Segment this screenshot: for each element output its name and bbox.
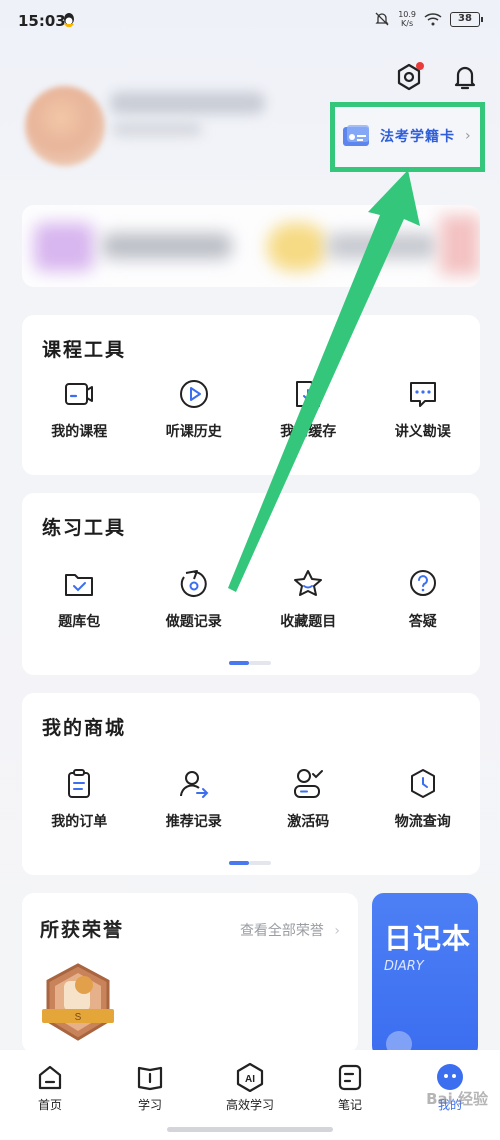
nav-label: 高效学习: [225, 1098, 274, 1112]
honors-card: 所获荣誉 查看全部荣誉 › S: [22, 893, 358, 1053]
folder-check-icon: [65, 574, 94, 596]
settings-button[interactable]: [394, 62, 424, 92]
nav-home[interactable]: 首页: [0, 1050, 100, 1140]
page-indicator: [229, 661, 271, 665]
chevron-right-icon: ›: [465, 128, 471, 144]
qq-icon: [64, 13, 74, 27]
watermark: Bai 经验: [426, 1090, 488, 1108]
practice-record-icon: [180, 570, 207, 597]
wifi-icon: [424, 13, 442, 26]
diary-title: 日记本: [384, 922, 472, 955]
activation-code-icon: [294, 769, 324, 798]
section-title: 课程工具: [42, 339, 127, 361]
tool-label: 激活码: [287, 814, 330, 830]
header-actions: [394, 62, 480, 92]
download-cache-icon: [296, 381, 321, 407]
id-card-icon: [343, 125, 369, 146]
home-icon: [38, 1065, 62, 1090]
tool-my-courses[interactable]: 我的课程: [22, 377, 137, 441]
tool-errata[interactable]: 讲义勘误: [366, 377, 481, 441]
view-all-label: 查看全部荣誉: [239, 923, 324, 939]
book-icon: [137, 1066, 163, 1091]
logistics-icon: [410, 769, 435, 798]
chat-errata-icon: [409, 382, 436, 407]
tool-label: 我的缓存: [280, 424, 337, 440]
chevron-right-icon: ›: [334, 923, 340, 939]
notification-dot: [416, 62, 424, 70]
tool-label: 物流查询: [394, 814, 451, 830]
tool-label: 收藏题目: [280, 614, 337, 630]
nav-label: 学习: [137, 1098, 162, 1112]
practice-tools-section: 练习工具 题库包 做题记录 收藏题目 答疑: [22, 493, 480, 675]
section-title: 练习工具: [42, 517, 127, 539]
tool-label: 听课历史: [165, 424, 222, 440]
tool-play-history[interactable]: 听课历史: [137, 377, 252, 441]
promo-blur-b: [102, 233, 232, 259]
badge-text: S: [75, 1012, 82, 1023]
tool-my-orders[interactable]: 我的订单: [22, 767, 137, 831]
blurred-username: [110, 92, 265, 114]
status-time: 15:03: [18, 12, 66, 30]
bell-icon: [454, 66, 476, 90]
promo-blur-c: [267, 223, 327, 271]
study-card-button[interactable]: 法考学籍卡 ›: [342, 124, 471, 148]
promo-blur-d: [327, 233, 437, 259]
referral-user-icon: [179, 771, 209, 798]
section-title: 我的商城: [42, 717, 127, 739]
play-history-icon: [179, 380, 208, 408]
status-bar: 15:03 10.9 K/s 38: [0, 0, 500, 44]
course-video-icon: [65, 383, 94, 405]
star-icon: [294, 570, 323, 596]
ai-icon: AI: [236, 1062, 264, 1092]
honors-title: 所获荣誉: [40, 919, 125, 941]
status-indicators: 10.9 K/s 38: [374, 10, 483, 28]
promo-banner[interactable]: [22, 205, 480, 287]
mute-bell-icon: [375, 12, 389, 26]
view-all-honors-link[interactable]: 查看全部荣誉 ›: [240, 920, 340, 940]
tool-label: 我的订单: [51, 814, 108, 830]
tool-label: 题库包: [58, 614, 101, 630]
mall-section: 我的商城 我的订单 推荐记录 激活码 物流查询: [22, 693, 480, 875]
tool-label: 讲义勘误: [394, 424, 451, 440]
tool-favorites[interactable]: 收藏题目: [251, 567, 366, 631]
promo-blur-a: [34, 223, 94, 271]
notifications-button[interactable]: [450, 62, 480, 92]
tool-practice-record[interactable]: 做题记录: [137, 567, 252, 631]
home-indicator: [167, 1127, 333, 1132]
promo-blur-e: [440, 215, 480, 275]
nav-label: 首页: [37, 1098, 62, 1112]
svg-text:AI: AI: [245, 1074, 255, 1085]
tool-qa[interactable]: 答疑: [366, 567, 481, 631]
order-clipboard-icon: [68, 769, 91, 798]
tool-label: 答疑: [408, 614, 437, 630]
tool-referrals[interactable]: 推荐记录: [137, 767, 252, 831]
study-card-label: 法考学籍卡: [380, 129, 455, 145]
note-icon: [338, 1064, 362, 1091]
page-indicator: [229, 861, 271, 865]
net-speed-value: 10.9: [398, 10, 416, 19]
tool-my-cache[interactable]: 我的缓存: [251, 377, 366, 441]
tool-logistics[interactable]: 物流查询: [366, 767, 481, 831]
blurred-subtitle: [112, 122, 202, 136]
battery-indicator: 38: [450, 11, 483, 27]
tool-label: 做题记录: [165, 614, 222, 630]
tool-activation-code[interactable]: 激活码: [251, 767, 366, 831]
tool-question-bank[interactable]: 题库包: [22, 567, 137, 631]
avatar[interactable]: [25, 86, 105, 166]
net-speed: 10.9 K/s: [398, 10, 416, 28]
tool-label: 我的课程: [51, 424, 108, 440]
tool-label: 推荐记录: [165, 814, 222, 830]
question-icon: [409, 570, 436, 596]
diary-subtitle: DIARY: [384, 959, 424, 974]
honor-badge-icon[interactable]: S: [42, 963, 114, 1043]
diary-card[interactable]: 日记本 DIARY: [372, 893, 478, 1058]
course-tools-section: 课程工具 我的课程 听课历史 我的缓存 讲义勘误: [22, 315, 480, 475]
nav-label: 笔记: [337, 1098, 362, 1112]
net-speed-unit: K/s: [401, 19, 414, 28]
